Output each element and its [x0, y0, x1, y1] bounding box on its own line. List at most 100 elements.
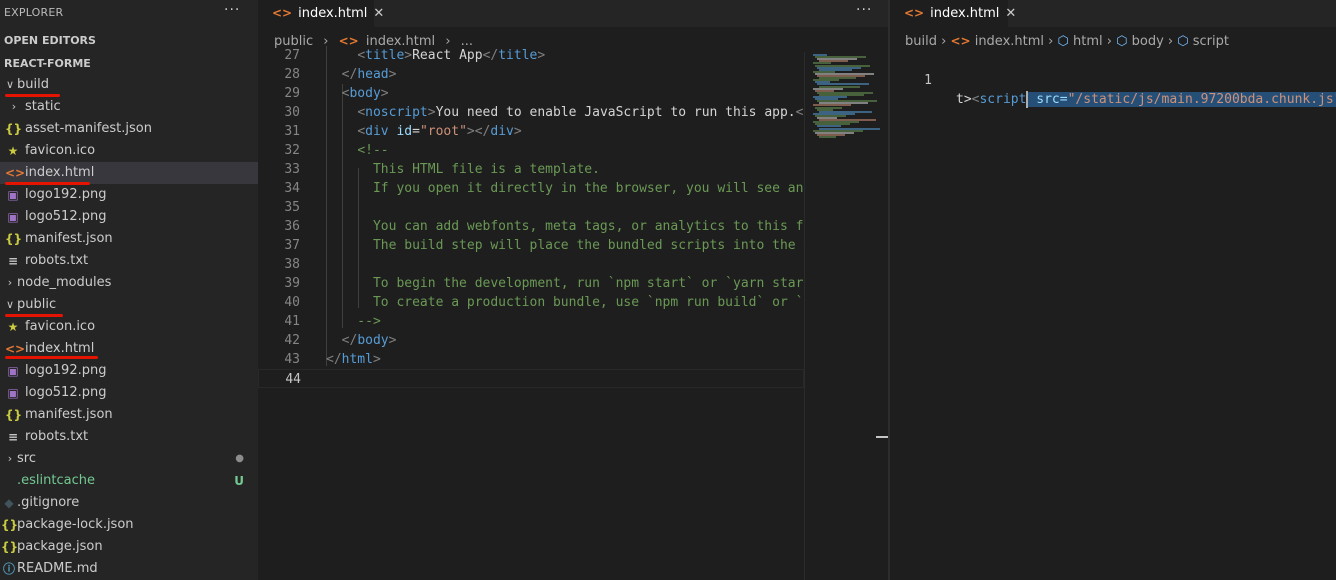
tree-item[interactable]: ▣ logo192.png	[0, 184, 258, 206]
tree-item[interactable]: {} package.json	[0, 536, 258, 558]
code-text: <!--	[357, 143, 389, 158]
close-tab-icon[interactable]: ✕	[373, 6, 384, 21]
tree-item[interactable]: .eslintcache U	[0, 470, 258, 492]
chevron-right-icon: ›	[941, 34, 947, 49]
code-line[interactable]: 31 <div id="root"></div>	[258, 122, 804, 141]
code-line[interactable]: 37 The build step will place the bundled…	[258, 236, 804, 255]
html-file-icon: <>	[5, 166, 26, 180]
html-file-icon: <>	[950, 34, 971, 48]
breadcrumb-item[interactable]: script	[1193, 34, 1229, 49]
code-text: <div id="root"></div>	[357, 124, 522, 139]
tree-item-label: node_modules	[17, 275, 112, 290]
code-line[interactable]: 43 </html>	[258, 350, 804, 369]
tree-item[interactable]: {} manifest.json	[0, 228, 258, 250]
left-tab-bar: <> index.html ✕ ···	[258, 0, 888, 27]
untracked-badge: U	[234, 474, 244, 488]
tree-item[interactable]: › static	[0, 96, 258, 118]
code-line[interactable]: 33 This HTML file is a template.	[258, 160, 804, 179]
tree-item[interactable]: ▣ logo512.png	[0, 382, 258, 404]
chevron-right-icon: ›	[1048, 34, 1054, 49]
tree-item[interactable]: ⓘ README.md	[0, 558, 258, 580]
breadcrumb-item[interactable]: body	[1132, 34, 1164, 49]
code-line[interactable]: 29 <body>	[258, 84, 804, 103]
code-line[interactable]: 44	[258, 369, 804, 388]
code-line[interactable]: 28 </head>	[258, 65, 804, 84]
chevron-down-icon[interactable]: ∨	[4, 294, 16, 316]
tree-item[interactable]: ∨ build	[0, 74, 258, 96]
code-line[interactable]: 42 </body>	[258, 331, 804, 350]
tree-item-label: logo192.png	[25, 187, 107, 202]
tree-item[interactable]: ≡ robots.txt	[0, 250, 258, 272]
code-line[interactable]: 32 <!--	[258, 141, 804, 160]
code-line[interactable]: 41 -->	[258, 312, 804, 331]
close-tab-icon[interactable]: ✕	[1005, 6, 1016, 21]
tree-item[interactable]: {} package-lock.json	[0, 514, 258, 536]
scrollbar-marker[interactable]	[876, 436, 888, 438]
tab-label: index.html	[930, 6, 1000, 21]
code-line[interactable]: 34 If you open it directly in the browse…	[258, 179, 804, 198]
tree-item[interactable]: ▣ logo512.png	[0, 206, 258, 228]
tree-item[interactable]: {} asset-manifest.json	[0, 118, 258, 140]
code-line[interactable]: 40 To create a production bundle, use `n…	[258, 293, 804, 312]
code-line[interactable]: 35	[258, 198, 804, 217]
chevron-down-icon[interactable]: ∨	[4, 74, 16, 96]
code-text: This HTML file is a template.	[326, 162, 600, 177]
tree-item[interactable]: <> index.html	[0, 162, 258, 184]
tree-item[interactable]: {} manifest.json	[0, 404, 258, 426]
red-underline-annotation	[5, 314, 63, 317]
code-editor[interactable]: 27 <title>React App</title> 28 </head> 29 …	[258, 46, 804, 580]
open-editors-section[interactable]: OPEN EDITORS	[4, 34, 96, 47]
tree-item[interactable]: › node_modules	[0, 272, 258, 294]
tree-item-label: favicon.ico	[25, 319, 96, 334]
code-line[interactable]: 39 To begin the development, run `npm st…	[258, 274, 804, 293]
minimap[interactable]	[804, 52, 880, 580]
line-number: 42	[284, 333, 300, 348]
minimap-line	[819, 135, 836, 138]
json-file-icon: {}	[5, 232, 23, 246]
code-line[interactable]: 27 <title>React App</title>	[258, 46, 804, 65]
explorer-more-actions-icon[interactable]: ···	[224, 2, 240, 18]
code-text: </body>	[341, 333, 397, 348]
editor-more-actions-icon[interactable]: ···	[856, 2, 872, 18]
breadcrumb-item[interactable]: build	[905, 34, 937, 49]
chevron-right-icon[interactable]: ›	[8, 96, 20, 118]
right-editor-group: <> index.html ✕ build › <> index.html › ⬡ …	[890, 0, 1336, 580]
left-editor-group: <> index.html ✕ ··· public › <> index.html…	[258, 0, 888, 580]
line-number: 39	[284, 276, 300, 291]
right-tab-bar: <> index.html ✕	[890, 0, 1336, 27]
code-editor-line[interactable]: 1 t><script src="/static/js/main.97200bd…	[890, 52, 1336, 108]
tree-item-label: static	[25, 99, 61, 114]
code-text: -->	[326, 314, 381, 329]
html-file-icon: <>	[272, 6, 293, 20]
info-file-icon: ⓘ	[2, 562, 15, 576]
line-number: 37	[284, 238, 300, 253]
favicon-file-icon: ★	[7, 144, 19, 158]
tree-item[interactable]: ★ favicon.ico	[0, 316, 258, 338]
red-underline-annotation	[5, 356, 98, 359]
tree-item[interactable]: ≡ robots.txt	[0, 426, 258, 448]
tab-index-html-public[interactable]: <> index.html ✕	[258, 0, 384, 27]
code-line[interactable]: 30 <noscript>You need to enable JavaScri…	[258, 103, 804, 122]
line-number: 28	[284, 67, 300, 82]
breadcrumb-item[interactable]: index.html	[975, 34, 1044, 49]
chevron-right-icon[interactable]: ›	[4, 448, 16, 470]
tree-item[interactable]: ∨ public	[0, 294, 258, 316]
code-line[interactable]: 38	[258, 255, 804, 274]
breadcrumb-item[interactable]: html	[1073, 34, 1103, 49]
code-text: t><script src="/static/js/main.97200bda.…	[956, 90, 1336, 109]
tab-index-html-build[interactable]: <> index.html ✕	[890, 0, 1016, 27]
json-file-icon: {}	[1, 518, 19, 532]
code-text: <body>	[341, 86, 389, 101]
tree-item[interactable]: ★ favicon.ico	[0, 140, 258, 162]
chevron-right-icon[interactable]: ›	[4, 272, 16, 294]
project-root-section[interactable]: REACT-FORME	[4, 57, 91, 70]
tree-item[interactable]: ▣ logo192.png	[0, 360, 258, 382]
line-number: 33	[284, 162, 300, 177]
image-file-icon: ▣	[7, 364, 19, 378]
code-line[interactable]: 36 You can add webfonts, meta tags, or a…	[258, 217, 804, 236]
line-number: 34	[284, 181, 300, 196]
explorer-sidebar: EXPLORER ··· OPEN EDITORS REACT-FORME ∨ b…	[0, 0, 258, 580]
tree-item[interactable]: ◆ .gitignore	[0, 492, 258, 514]
tree-item[interactable]: › src ●	[0, 448, 258, 470]
tree-item-label: index.html	[25, 165, 95, 180]
